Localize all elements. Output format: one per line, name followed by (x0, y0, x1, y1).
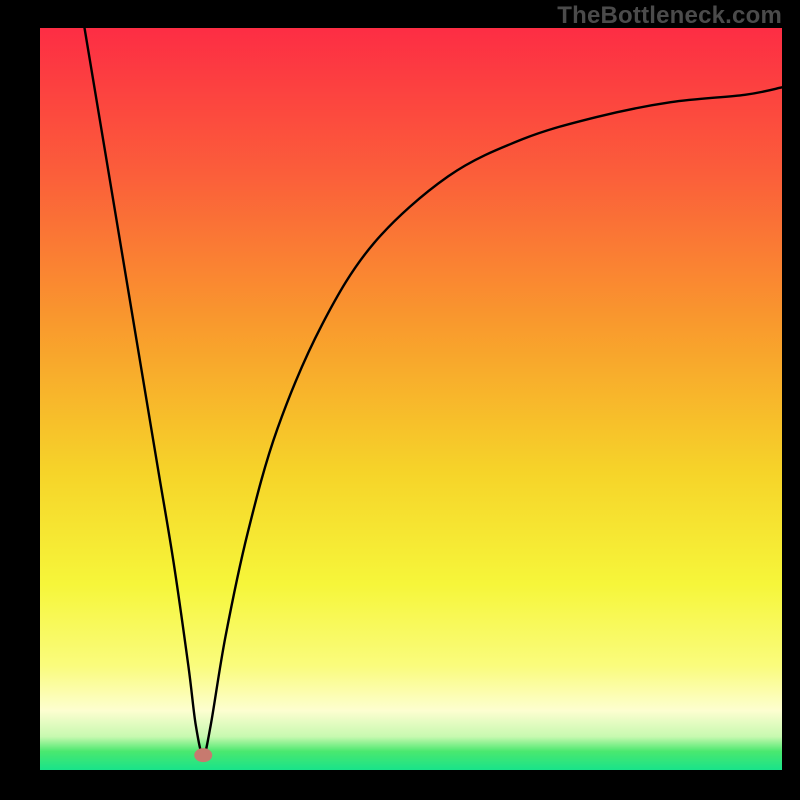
chart-container: TheBottleneck.com (0, 0, 800, 800)
chart-svg (0, 0, 800, 800)
plot-background (40, 28, 782, 770)
optimum-marker (194, 748, 212, 762)
